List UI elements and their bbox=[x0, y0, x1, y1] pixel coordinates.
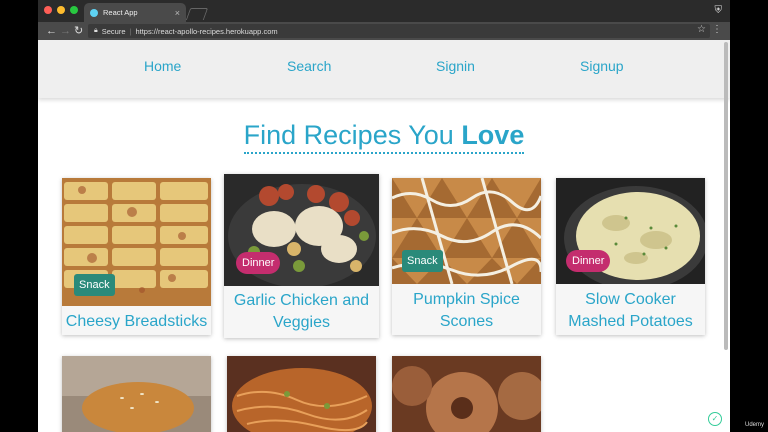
address-bar[interactable]: 🔒︎ Secure | https://react-apollo-recipes… bbox=[88, 24, 710, 38]
lock-icon: 🔒︎ bbox=[94, 27, 98, 34]
recipe-name[interactable]: Cheesy Breadsticks bbox=[62, 311, 211, 333]
category-badge: Dinner bbox=[566, 250, 611, 272]
nav-link-home[interactable]: Home bbox=[144, 58, 181, 74]
minimize-window-button[interactable] bbox=[57, 6, 65, 14]
recipe-card[interactable] bbox=[62, 356, 211, 432]
nav-link-signin[interactable]: Signin bbox=[436, 58, 475, 74]
bookmark-star-icon[interactable]: ☆ bbox=[697, 24, 706, 35]
page-scrollbar[interactable] bbox=[724, 42, 728, 350]
recipe-image-noodles bbox=[227, 356, 376, 432]
category-badge: Snack bbox=[74, 274, 115, 296]
category-badge: Snack bbox=[402, 250, 443, 272]
recipe-card[interactable] bbox=[392, 356, 541, 432]
close-window-button[interactable] bbox=[44, 6, 52, 14]
close-tab-icon[interactable]: × bbox=[175, 8, 180, 18]
page-title: Find Recipes You Love bbox=[38, 120, 730, 154]
nav-link-signup[interactable]: Signup bbox=[580, 58, 624, 74]
address-toolbar: ← → ↻ 🔒︎ Secure | https://react-apollo-r… bbox=[38, 22, 730, 40]
tab-title: React App bbox=[103, 8, 138, 17]
profile-icon[interactable]: ⛨ bbox=[715, 5, 723, 16]
window-controls bbox=[44, 6, 78, 14]
nav-link-search[interactable]: Search bbox=[287, 58, 331, 74]
recipe-card[interactable]: Dinner Garlic Chicken and Veggies bbox=[224, 174, 379, 338]
page-title-emphasis: Love bbox=[461, 120, 525, 150]
reload-icon[interactable]: ↻ bbox=[74, 24, 83, 38]
site-navbar: Home Search Signin Signup bbox=[38, 40, 730, 98]
react-favicon-icon bbox=[90, 8, 98, 17]
recipe-card[interactable] bbox=[227, 356, 376, 432]
recipe-name[interactable]: Garlic Chicken and Veggies bbox=[224, 290, 379, 334]
recipe-name[interactable]: Slow Cooker Mashed Potatoes bbox=[556, 289, 705, 333]
recipe-card[interactable]: Dinner Slow Cooker Mashed Potatoes bbox=[556, 178, 705, 335]
page-title-text: Find Recipes You bbox=[243, 120, 454, 150]
recipe-card[interactable]: Snack Pumpkin Spice Scones bbox=[392, 178, 541, 335]
browser-window: React App × ⛨ ← → ↻ 🔒︎ Secure | https://… bbox=[38, 0, 730, 432]
udemy-watermark: Udemy bbox=[744, 422, 764, 428]
shield-icon: ✓ bbox=[708, 412, 722, 426]
tab-strip: React App × ⛨ bbox=[38, 0, 730, 22]
browser-menu-icon[interactable]: ⋮ bbox=[712, 24, 722, 35]
secure-label: Secure bbox=[101, 26, 126, 36]
address-separator: | bbox=[129, 26, 132, 36]
new-tab-button[interactable] bbox=[185, 8, 209, 20]
recipe-image-donuts bbox=[392, 356, 541, 432]
browser-tab[interactable]: React App × bbox=[84, 3, 186, 22]
maximize-window-button[interactable] bbox=[70, 6, 78, 14]
category-badge: Dinner bbox=[236, 252, 281, 274]
recipe-card[interactable]: Snack Cheesy Breadsticks bbox=[62, 178, 211, 335]
forward-arrow-icon[interactable]: → bbox=[60, 24, 71, 38]
back-arrow-icon[interactable]: ← bbox=[46, 24, 57, 38]
recipe-image-burger bbox=[62, 356, 211, 432]
url-text[interactable]: https://react-apollo-recipes.herokuapp.c… bbox=[135, 27, 277, 36]
recipe-name[interactable]: Pumpkin Spice Scones bbox=[392, 289, 541, 333]
page-content: Home Search Signin Signup Find Recipes Y… bbox=[38, 40, 730, 432]
